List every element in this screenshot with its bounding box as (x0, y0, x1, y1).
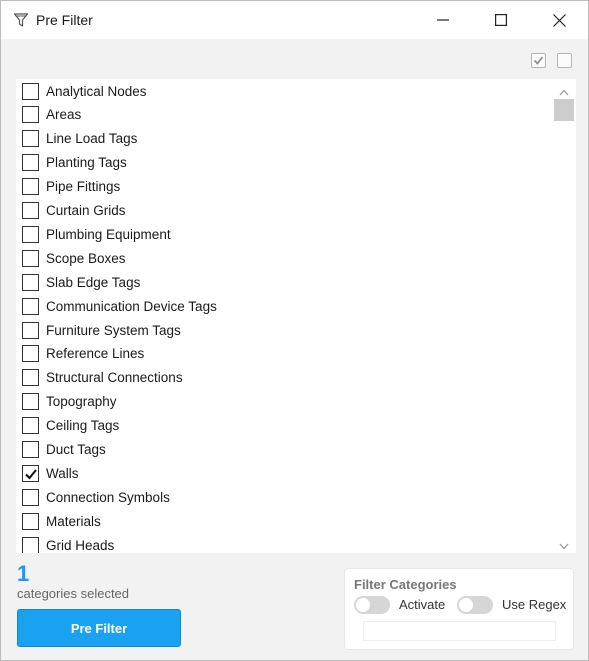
activate-label: Activate (399, 597, 446, 612)
category-checkbox[interactable] (22, 417, 39, 435)
category-checkbox[interactable] (22, 202, 39, 219)
check-all-icon (532, 54, 545, 71)
category-checkbox[interactable] (22, 464, 39, 482)
use-regex-toggle[interactable] (457, 596, 493, 614)
category-label: Communication Device Tags (46, 298, 217, 314)
category-checkbox[interactable] (22, 130, 39, 148)
category-checkbox[interactable] (22, 297, 39, 315)
category-item[interactable]: Furniture System Tags (16, 318, 552, 342)
category-checkbox[interactable] (22, 393, 39, 411)
checkmark-icon (25, 469, 37, 480)
category-checkbox[interactable] (22, 249, 39, 267)
category-label: Slab Edge Tags (46, 274, 141, 290)
category-label: Plumbing Equipment (46, 226, 171, 242)
category-item[interactable]: Pipe Fittings (16, 175, 552, 199)
category-checkbox[interactable] (22, 369, 39, 387)
category-item[interactable]: Scope Boxes (16, 246, 552, 270)
category-label: Connection Symbols (46, 489, 170, 505)
category-checkbox[interactable] (22, 441, 39, 458)
scrollbar-thumb[interactable] (554, 99, 574, 121)
activate-toggle[interactable] (354, 596, 390, 614)
category-checkbox[interactable] (22, 178, 39, 196)
category-label: Furniture System Tags (46, 322, 181, 338)
toggle-knob (459, 598, 473, 612)
selected-count-label: categories selected (17, 586, 130, 601)
category-item[interactable]: Analytical Nodes (16, 79, 552, 103)
category-label: Grid Heads (46, 537, 115, 553)
toggle-knob (356, 598, 370, 612)
category-item[interactable]: Materials (16, 509, 552, 533)
category-item[interactable]: Areas (16, 103, 552, 127)
pre-filter-button[interactable]: Pre Filter (17, 609, 181, 647)
category-checkbox[interactable] (22, 512, 39, 530)
check-all-button[interactable] (531, 53, 546, 68)
category-checkbox[interactable] (22, 154, 39, 172)
category-label: Areas (46, 107, 82, 123)
window-title: Pre Filter (36, 12, 93, 28)
category-list: Analytical Nodes Areas Line Load Tags Plant… (16, 79, 576, 553)
category-label: Line Load Tags (46, 131, 138, 147)
category-item[interactable]: Reference Lines (16, 342, 552, 366)
uncheck-all-button[interactable] (557, 53, 572, 68)
category-checkbox[interactable] (22, 106, 39, 124)
use-regex-label: Use Regex (502, 597, 567, 612)
category-item[interactable]: Line Load Tags (16, 127, 552, 151)
category-label: Pipe Fittings (46, 179, 121, 195)
category-label: Duct Tags (46, 442, 106, 457)
category-label: Materials (46, 513, 101, 529)
filter-categories-panel: Filter Categories Activate Use Regex (344, 568, 574, 650)
category-checkbox[interactable] (22, 321, 39, 339)
category-item[interactable]: Slab Edge Tags (16, 270, 552, 294)
category-checkbox[interactable] (22, 273, 39, 291)
category-label: Curtain Grids (46, 203, 126, 218)
category-item[interactable]: Plumbing Equipment (16, 222, 552, 246)
category-label: Scope Boxes (46, 250, 126, 266)
category-item[interactable]: Ceiling Tags (16, 414, 552, 438)
category-item[interactable]: Walls (16, 461, 552, 485)
scroll-down-icon[interactable] (559, 537, 569, 553)
category-label: Ceiling Tags (46, 418, 120, 434)
category-item[interactable]: Grid Heads (16, 533, 552, 553)
minimize-button[interactable] (414, 1, 472, 39)
pre-filter-window: Pre Filter Analytical Nodes Areas Line Loa… (0, 0, 589, 661)
category-checkbox[interactable] (22, 488, 39, 506)
category-item[interactable]: Connection Symbols (16, 485, 552, 509)
minimize-icon (437, 14, 449, 26)
maximize-icon (495, 14, 507, 26)
close-icon (552, 13, 566, 27)
category-item[interactable]: Planting Tags (16, 151, 552, 175)
category-item[interactable]: Structural Connections (16, 366, 552, 390)
category-checkbox[interactable] (22, 225, 39, 243)
category-label: Topography (46, 394, 117, 410)
category-item[interactable]: Curtain Grids (16, 199, 552, 223)
filter-text-input[interactable] (363, 621, 556, 641)
filter-categories-title: Filter Categories (354, 577, 457, 592)
category-label: Walls (46, 465, 79, 481)
category-label: Reference Lines (46, 346, 145, 362)
category-label: Analytical Nodes (46, 83, 147, 99)
category-item[interactable]: Communication Device Tags (16, 294, 552, 318)
category-label: Planting Tags (46, 155, 127, 171)
vertical-scrollbar[interactable] (552, 79, 576, 553)
category-label: Structural Connections (46, 370, 183, 386)
selected-count: 1 (17, 561, 30, 586)
category-checkbox[interactable] (22, 345, 39, 363)
maximize-button[interactable] (472, 1, 530, 39)
category-item[interactable]: Duct Tags (16, 438, 552, 462)
category-checkbox[interactable] (22, 536, 39, 553)
category-item[interactable]: Topography (16, 390, 552, 414)
close-button[interactable] (530, 1, 588, 39)
category-checkbox[interactable] (22, 82, 39, 100)
funnel-icon (13, 12, 29, 28)
title-bar[interactable]: Pre Filter (1, 1, 588, 39)
